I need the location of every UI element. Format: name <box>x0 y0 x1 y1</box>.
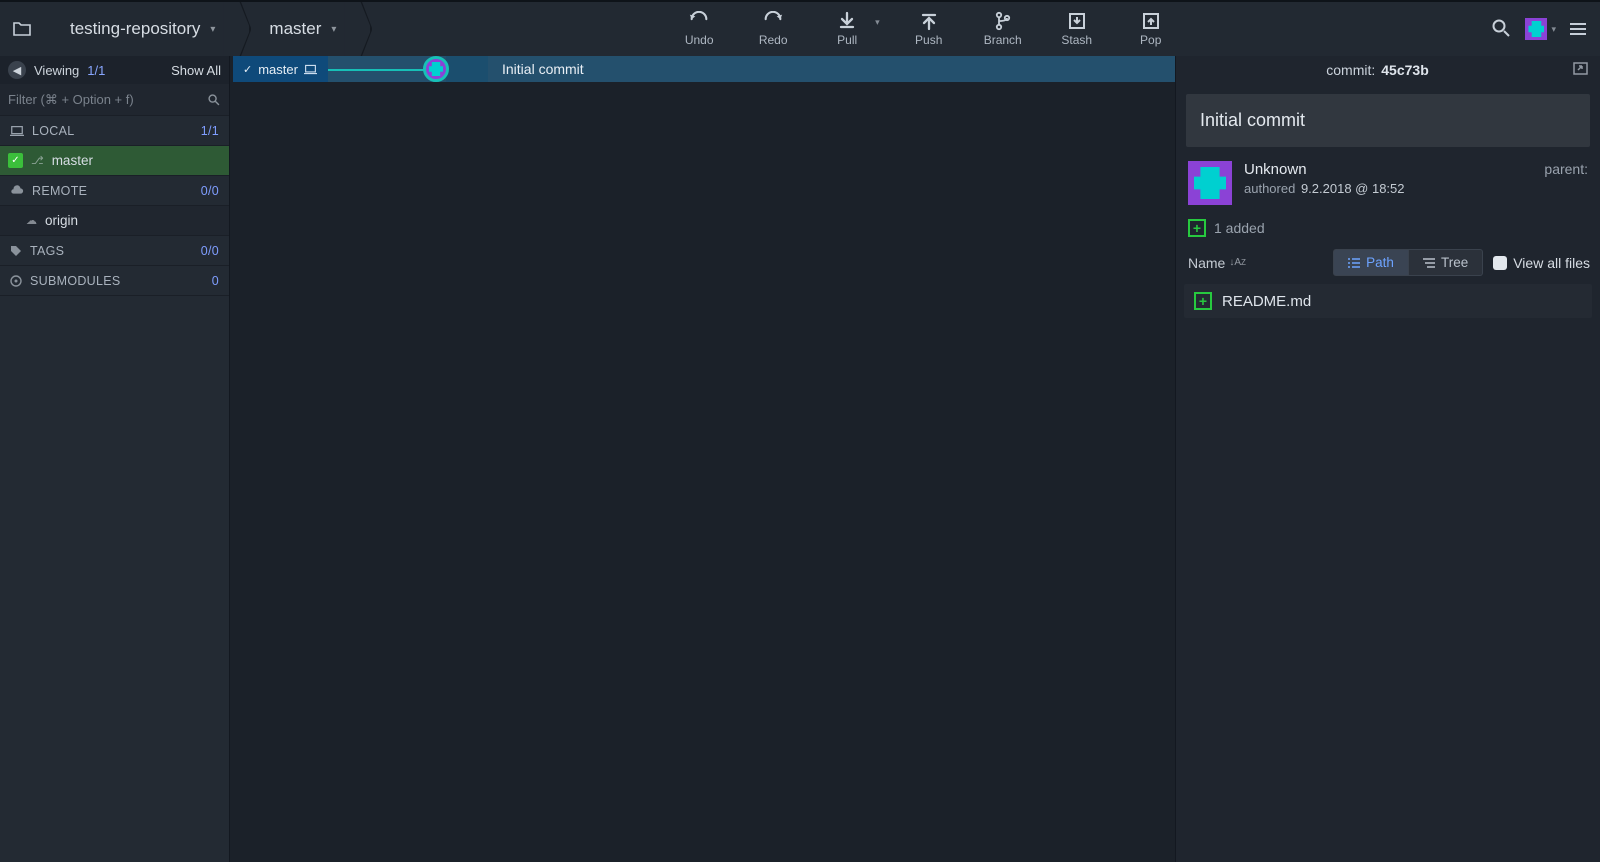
viewing-label: Viewing <box>34 63 79 78</box>
parent-label: parent: <box>1544 161 1588 177</box>
file-list: + README.md <box>1184 284 1592 318</box>
commit-title: Initial commit <box>1186 94 1590 147</box>
pull-dropdown[interactable]: ▾ <box>875 17 880 28</box>
view-path-button[interactable]: Path <box>1333 249 1409 276</box>
commit-hash: 45c73b <box>1381 62 1428 78</box>
check-icon: ✓ <box>243 63 252 76</box>
section-local[interactable]: LOCAL 1/1 <box>0 116 229 146</box>
viewing-count: 1/1 <box>87 63 105 78</box>
branch-button[interactable]: Branch <box>978 11 1028 47</box>
branch-chip[interactable]: ✓ master <box>230 56 328 82</box>
added-icon: + <box>1188 219 1206 237</box>
list-icon <box>1348 258 1360 268</box>
breadcrumb-branch[interactable]: master ▾ <box>237 2 358 56</box>
file-name: README.md <box>1222 293 1311 310</box>
caret-down-icon: ▾ <box>331 24 336 35</box>
author-avatar <box>1188 161 1232 205</box>
expand-icon[interactable] <box>1573 62 1588 78</box>
commit-details-panel: commit: 45c73b Initial commit Unknown au… <box>1175 56 1600 862</box>
added-count: 1 added <box>1214 220 1265 236</box>
stash-button[interactable]: Stash <box>1052 11 1102 47</box>
sidebar: ◀ Viewing 1/1 Show All LOCAL 1/1 ✓ ⎇ mas… <box>0 56 230 862</box>
branch-icon: ⎇ <box>31 154 44 167</box>
commit-label: commit: <box>1326 62 1375 78</box>
redo-button[interactable]: Redo <box>748 11 798 47</box>
graph-canvas <box>328 56 488 82</box>
back-button[interactable]: ◀ <box>8 61 26 79</box>
cloud-icon <box>10 185 24 197</box>
laptop-icon <box>304 64 317 75</box>
commit-message: Initial commit <box>488 56 1175 82</box>
laptop-icon <box>10 125 24 137</box>
avatar-icon <box>1525 18 1547 40</box>
open-repo-button[interactable] <box>0 2 44 56</box>
authored-date: 9.2.2018 @ 18:52 <box>1301 181 1405 196</box>
undo-button[interactable]: Undo <box>674 11 724 47</box>
commit-row[interactable]: ✓ master Initial commit <box>230 56 1175 82</box>
hamburger-menu[interactable] <box>1570 23 1586 35</box>
sort-icon: ↓AZ <box>1229 257 1246 268</box>
toolbar-center: Undo Redo Pull ▾ Push Branch Stash Pop <box>358 2 1491 56</box>
view-tree-button[interactable]: Tree <box>1409 249 1483 276</box>
commit-graph: ✓ master Initial commit <box>230 56 1175 862</box>
added-icon: + <box>1194 292 1212 310</box>
search-icon <box>207 93 221 107</box>
breadcrumb-repo-label: testing-repository <box>70 19 200 39</box>
pop-button[interactable]: Pop <box>1126 11 1176 47</box>
file-row[interactable]: + README.md <box>1184 284 1592 318</box>
view-all-files-toggle[interactable]: View all files <box>1493 255 1590 271</box>
branch-local-master[interactable]: ✓ ⎇ master <box>0 146 229 176</box>
remote-origin[interactable]: ☁ origin <box>0 206 229 236</box>
caret-down-icon: ▾ <box>210 24 215 35</box>
submodule-icon <box>10 275 22 287</box>
breadcrumb-repo[interactable]: testing-repository ▾ <box>44 2 237 56</box>
commit-node[interactable] <box>423 56 449 82</box>
tree-icon <box>1423 258 1435 268</box>
section-tags[interactable]: TAGS 0/0 <box>0 236 229 266</box>
breadcrumb-branch-label: master <box>269 19 321 39</box>
tag-icon <box>10 245 22 257</box>
profile-menu[interactable]: ▾ <box>1525 18 1556 40</box>
author-name: Unknown <box>1244 161 1532 178</box>
show-all-button[interactable]: Show All <box>171 63 221 78</box>
top-toolbar: testing-repository ▾ master ▾ Undo Redo … <box>0 0 1600 56</box>
search-button[interactable] <box>1491 18 1511 41</box>
sort-by-name[interactable]: Name ↓AZ <box>1188 255 1246 271</box>
remote-icon: ☁ <box>26 214 37 227</box>
check-icon: ✓ <box>8 153 23 168</box>
push-button[interactable]: Push <box>904 11 954 47</box>
caret-down-icon: ▾ <box>1551 24 1556 35</box>
filter-input[interactable] <box>8 92 207 107</box>
section-submodules[interactable]: SUBMODULES 0 <box>0 266 229 296</box>
pull-button[interactable]: Pull <box>822 11 872 47</box>
section-remote[interactable]: REMOTE 0/0 <box>0 176 229 206</box>
